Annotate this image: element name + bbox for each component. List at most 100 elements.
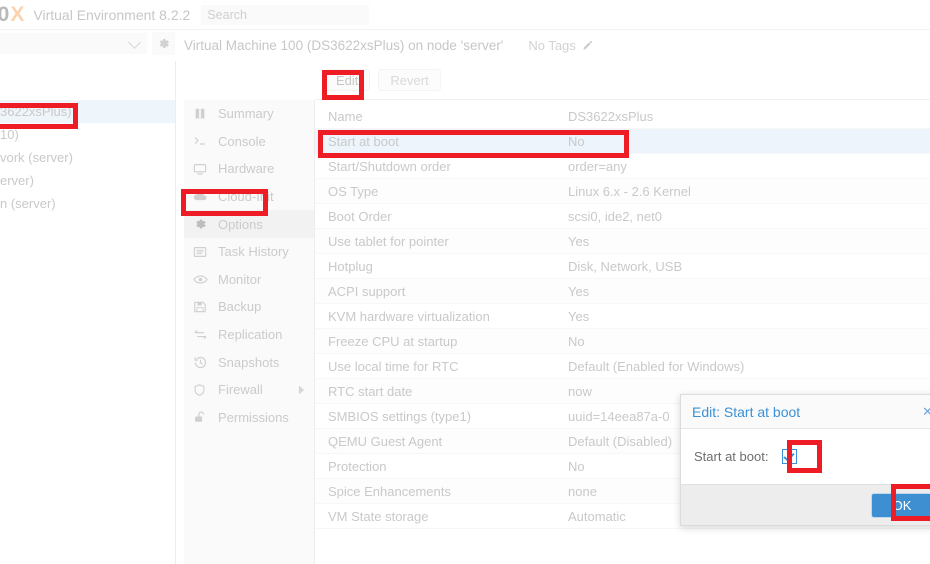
start-at-boot-field-label: Start at boot: bbox=[694, 449, 768, 464]
secondary-header-row: Virtual Machine 100 (DS3622xsPlus) on no… bbox=[0, 30, 930, 61]
logo-accent-x: X bbox=[10, 0, 24, 30]
sidebar-item-cloud-init[interactable]: Cloud-Init bbox=[184, 183, 314, 211]
table-row[interactable]: Name DS3622xsPlus bbox=[315, 104, 930, 129]
vm-nav-sidebar: Summary Console Hardware Cloud-Init bbox=[184, 100, 315, 564]
revert-button[interactable]: Revert bbox=[378, 69, 440, 91]
option-value: No bbox=[568, 134, 585, 149]
sidebar-item-label: Firewall bbox=[218, 382, 263, 397]
option-key: Name bbox=[315, 109, 568, 124]
eye-icon bbox=[193, 272, 211, 287]
tree-item-3[interactable]: vork (server) bbox=[0, 146, 175, 169]
table-row[interactable]: Use tablet for pointer Yes bbox=[315, 229, 930, 254]
terminal-icon bbox=[193, 134, 211, 148]
tree-item-2[interactable]: 10) bbox=[0, 123, 175, 146]
option-value: No bbox=[568, 334, 585, 349]
tree-item-vm[interactable]: 3622xsPlus) bbox=[0, 100, 175, 123]
table-row[interactable]: Boot Order scsi0, ide2, net0 bbox=[315, 204, 930, 229]
table-row[interactable]: Start/Shutdown order order=any bbox=[315, 154, 930, 179]
option-key: Freeze CPU at startup bbox=[315, 334, 568, 349]
sidebar-item-label: Cloud-Init bbox=[218, 189, 274, 204]
sidebar-item-label: Snapshots bbox=[218, 355, 279, 370]
chevron-down-icon bbox=[128, 36, 141, 49]
sidebar-item-hardware[interactable]: Hardware bbox=[184, 155, 314, 183]
table-row[interactable]: Hotplug Disk, Network, USB bbox=[315, 254, 930, 279]
sidebar-item-label: Console bbox=[218, 134, 266, 149]
sidebar-item-label: Permissions bbox=[218, 410, 289, 425]
sidebar-item-snapshots[interactable]: Snapshots bbox=[184, 348, 314, 376]
option-key: KVM hardware virtualization bbox=[315, 309, 568, 324]
option-key: Start/Shutdown order bbox=[315, 159, 568, 174]
sidebar-item-label: Summary bbox=[218, 106, 274, 121]
resource-tree: 3622xsPlus) 10) vork (server) erver) n (… bbox=[0, 61, 176, 564]
vm-tags-area[interactable]: No Tags bbox=[528, 38, 592, 53]
ok-button[interactable]: OK bbox=[871, 493, 930, 518]
sidebar-item-label: Monitor bbox=[218, 272, 261, 287]
sidebar-item-label: Hardware bbox=[218, 161, 274, 176]
option-key: ACPI support bbox=[315, 284, 568, 299]
table-row-start-at-boot[interactable]: Start at boot No bbox=[315, 129, 930, 154]
option-value: Yes bbox=[568, 309, 589, 324]
option-key: Boot Order bbox=[315, 209, 568, 224]
option-key: RTC start date bbox=[315, 384, 568, 399]
edit-button[interactable]: Edit bbox=[324, 69, 370, 91]
sidebar-item-label: Task History bbox=[218, 244, 289, 259]
dialog-title: Edit: Start at boot bbox=[692, 404, 800, 420]
option-value: Yes bbox=[568, 284, 589, 299]
top-header-bar: 10 X Virtual Environment 8.2.2 bbox=[0, 0, 930, 30]
options-toolbar: Edit Revert bbox=[315, 61, 930, 100]
list-icon bbox=[193, 245, 211, 259]
sidebar-item-firewall[interactable]: Firewall bbox=[184, 376, 314, 404]
settings-button[interactable] bbox=[152, 32, 175, 55]
floppy-icon bbox=[193, 300, 211, 314]
sidebar-item-task-history[interactable]: Task History bbox=[184, 238, 314, 266]
start-at-boot-checkbox[interactable] bbox=[782, 449, 797, 464]
sidebar-item-backup[interactable]: Backup bbox=[184, 293, 314, 321]
edit-start-at-boot-dialog: Edit: Start at boot ✕ Start at boot: OK bbox=[680, 394, 930, 526]
option-value: Automatic bbox=[568, 509, 626, 524]
option-value: Default (Disabled) bbox=[568, 434, 672, 449]
option-value: Yes bbox=[568, 234, 589, 249]
option-value: none bbox=[568, 484, 597, 499]
table-row[interactable]: ACPI support Yes bbox=[315, 279, 930, 304]
checkmark-icon bbox=[784, 450, 795, 461]
dialog-body: Start at boot: bbox=[681, 429, 930, 484]
sidebar-item-monitor[interactable]: Monitor bbox=[184, 266, 314, 294]
close-icon[interactable]: ✕ bbox=[922, 405, 930, 418]
monitor-icon bbox=[193, 162, 211, 176]
pencil-icon[interactable] bbox=[581, 40, 593, 52]
logo-text: 10 bbox=[0, 0, 9, 30]
sidebar-item-replication[interactable]: Replication bbox=[184, 321, 314, 349]
sidebar-item-summary[interactable]: Summary bbox=[184, 100, 314, 128]
gear-icon bbox=[157, 37, 170, 50]
option-value: No bbox=[568, 459, 585, 474]
vm-title: Virtual Machine 100 (DS3622xsPlus) on no… bbox=[184, 38, 503, 53]
option-key: Use tablet for pointer bbox=[315, 234, 568, 249]
option-value: Linux 6.x - 2.6 Kernel bbox=[568, 184, 691, 199]
proxmox-logo: 10 X bbox=[0, 0, 24, 30]
cloud-icon bbox=[193, 189, 211, 204]
option-value: Disk, Network, USB bbox=[568, 259, 682, 274]
search-input[interactable] bbox=[201, 5, 369, 25]
chevron-right-icon bbox=[298, 382, 305, 397]
dialog-footer: OK bbox=[681, 484, 930, 525]
tree-item-4[interactable]: erver) bbox=[0, 169, 175, 192]
table-row[interactable]: KVM hardware virtualization Yes bbox=[315, 304, 930, 329]
sidebar-item-permissions[interactable]: Permissions bbox=[184, 404, 314, 432]
sidebar-item-label: Replication bbox=[218, 327, 282, 342]
sidebar-item-label: Options bbox=[218, 217, 263, 232]
sidebar-item-label: Backup bbox=[218, 299, 261, 314]
option-value: order=any bbox=[568, 159, 627, 174]
shield-icon bbox=[193, 383, 211, 397]
table-row[interactable]: OS Type Linux 6.x - 2.6 Kernel bbox=[315, 179, 930, 204]
table-row[interactable]: Freeze CPU at startup No bbox=[315, 329, 930, 354]
tree-item-5[interactable]: n (server) bbox=[0, 192, 175, 215]
sidebar-item-console[interactable]: Console bbox=[184, 128, 314, 156]
table-row[interactable]: Use local time for RTC Default (Enabled … bbox=[315, 354, 930, 379]
option-key: Hotplug bbox=[315, 259, 568, 274]
sidebar-item-options[interactable]: Options bbox=[184, 210, 314, 238]
view-selector-dropdown[interactable] bbox=[0, 33, 147, 54]
proxmox-app-window: 10 X Virtual Environment 8.2.2 Virtual M… bbox=[0, 0, 930, 564]
unlock-icon bbox=[193, 410, 211, 424]
book-icon bbox=[193, 107, 211, 121]
option-value: Default (Enabled for Windows) bbox=[568, 359, 744, 374]
